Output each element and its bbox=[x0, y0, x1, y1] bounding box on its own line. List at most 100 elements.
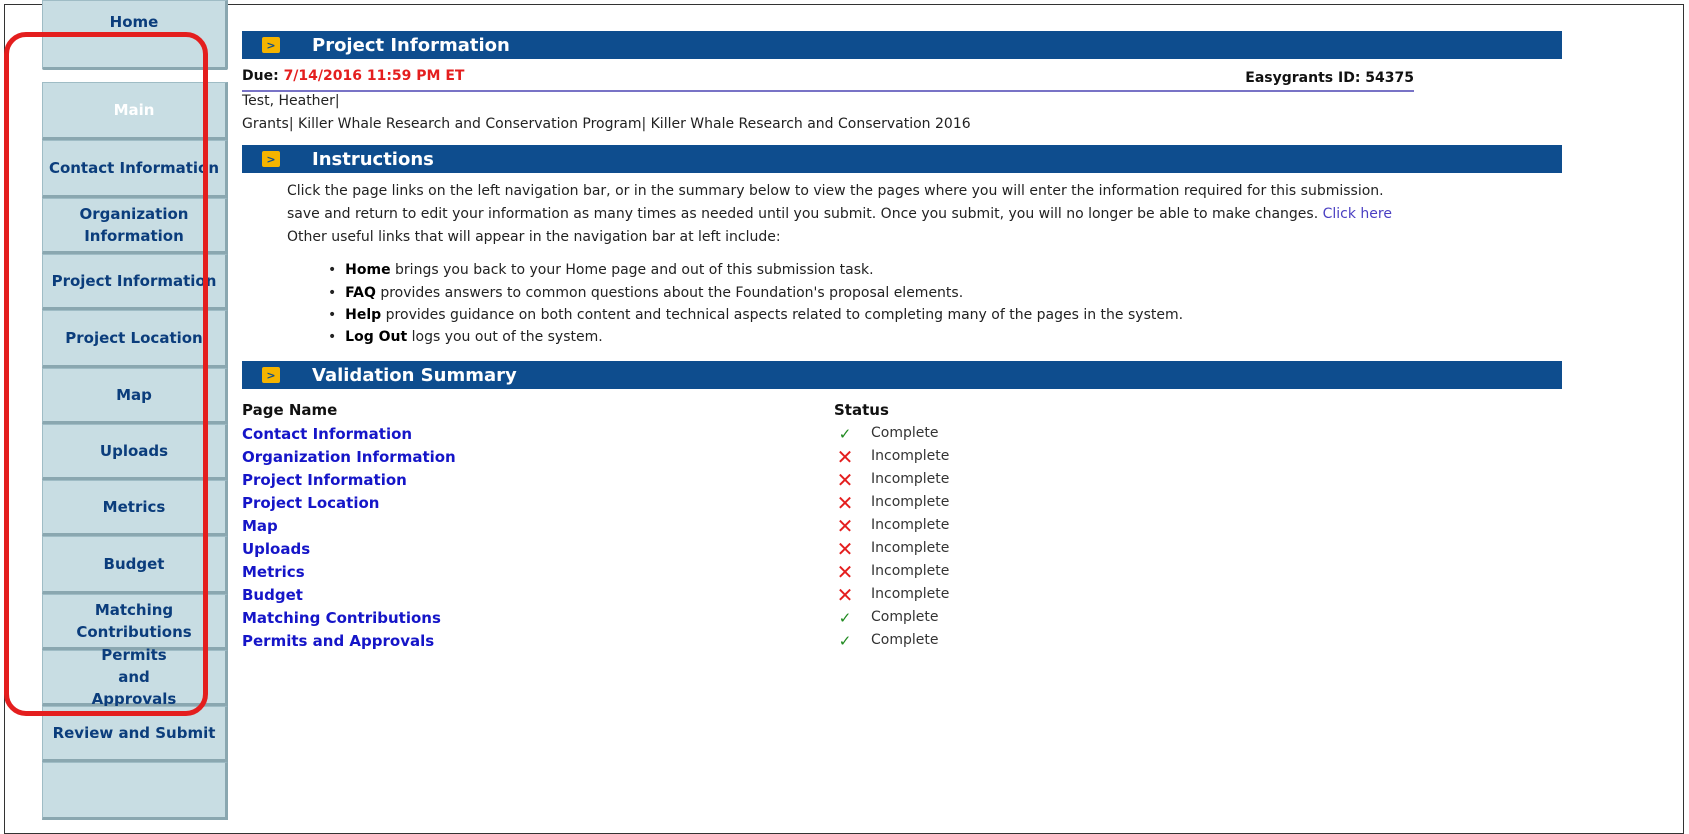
bullet-logout-term: Log Out bbox=[345, 329, 408, 345]
bullet-faq-term: FAQ bbox=[345, 285, 376, 301]
nav-matching-contributions-label: Matching Contributions bbox=[76, 601, 192, 641]
nav-contact-information-label: Contact Information bbox=[48, 159, 220, 177]
nav-budget-label: Budget bbox=[103, 555, 165, 573]
page-link-budget[interactable]: Budget bbox=[242, 586, 303, 604]
x-icon: ✕ bbox=[836, 445, 854, 469]
applicant-name: Test, Heather| bbox=[242, 93, 340, 109]
nav-project-information-label: Project Information bbox=[51, 272, 217, 290]
nav-metrics-label: Metrics bbox=[102, 498, 166, 516]
bullet-home-term: Home bbox=[345, 262, 391, 278]
page-link-organization-information[interactable]: Organization Information bbox=[242, 448, 456, 466]
nav-organization-information-label: Organization Information bbox=[79, 205, 189, 245]
due-date: 7/14/2016 11:59 PM ET bbox=[283, 68, 465, 84]
table-row: Metrics ✕ Incomplete bbox=[242, 560, 1042, 586]
project-information-header: > Project Information bbox=[242, 31, 1562, 59]
status-text: Incomplete bbox=[871, 563, 950, 579]
table-row: Uploads ✕ Incomplete bbox=[242, 537, 1042, 563]
page-link-uploads[interactable]: Uploads bbox=[242, 540, 310, 558]
nav-home[interactable]: Home bbox=[42, 0, 228, 70]
table-row: Budget ✕ Incomplete bbox=[242, 583, 1042, 609]
column-header-status: Status bbox=[834, 401, 889, 419]
nav-main[interactable]: Main bbox=[42, 82, 228, 140]
x-icon: ✕ bbox=[836, 491, 854, 515]
nav-organization-information[interactable]: Organization Information bbox=[42, 198, 228, 254]
nav-project-location-label: Project Location bbox=[65, 329, 203, 347]
due-label: Due: bbox=[242, 68, 279, 84]
due-row: Due: 7/14/2016 11:59 PM ET Easygrants ID… bbox=[242, 68, 1414, 92]
click-here-link[interactable]: Click here bbox=[1323, 206, 1392, 222]
x-icon: ✕ bbox=[836, 537, 854, 561]
nav-empty-slot bbox=[42, 762, 228, 820]
instructions-line-2: save and return to edit your information… bbox=[287, 206, 1392, 222]
x-icon: ✕ bbox=[836, 468, 854, 492]
nav-uploads[interactable]: Uploads bbox=[42, 424, 228, 480]
status-text: Incomplete bbox=[871, 540, 950, 556]
nav-review-and-submit-label: Review and Submit bbox=[52, 724, 216, 742]
bullet-logout-text: logs you out of the system. bbox=[407, 329, 603, 345]
table-row: Contact Information ✓ Complete bbox=[242, 425, 1042, 448]
nav-contact-information[interactable]: Contact Information bbox=[42, 140, 228, 198]
nav-map[interactable]: Map bbox=[42, 368, 228, 424]
x-icon: ✕ bbox=[836, 514, 854, 538]
bullet-home: • Home brings you back to your Home page… bbox=[328, 262, 874, 278]
status-text: Incomplete bbox=[871, 471, 950, 487]
column-header-page-name: Page Name bbox=[242, 401, 338, 419]
section-arrow-icon: > bbox=[262, 37, 280, 53]
nav-budget[interactable]: Budget bbox=[42, 536, 228, 594]
status-text: Complete bbox=[871, 609, 939, 625]
instructions-line-3: Other useful links that will appear in t… bbox=[287, 229, 781, 245]
instructions-header: > Instructions bbox=[242, 145, 1562, 173]
nav-metrics[interactable]: Metrics bbox=[42, 480, 228, 536]
nav-main-label: Main bbox=[113, 101, 155, 119]
section-arrow-icon: > bbox=[262, 151, 280, 167]
table-row: Project Information ✕ Incomplete bbox=[242, 468, 1042, 494]
page-link-matching-contributions[interactable]: Matching Contributions bbox=[242, 609, 441, 627]
page-link-project-location[interactable]: Project Location bbox=[242, 494, 379, 512]
table-row: Project Location ✕ Incomplete bbox=[242, 491, 1042, 517]
x-icon: ✕ bbox=[836, 583, 854, 607]
bullet-home-text: brings you back to your Home page and ou… bbox=[390, 262, 874, 278]
check-icon: ✓ bbox=[838, 425, 852, 443]
page-link-map[interactable]: Map bbox=[242, 517, 278, 535]
status-text: Incomplete bbox=[871, 517, 950, 533]
table-row: Organization Information ✕ Incomplete bbox=[242, 445, 1042, 471]
program-path: Grants| Killer Whale Research and Conser… bbox=[242, 116, 971, 132]
instructions-title: Instructions bbox=[312, 148, 434, 170]
page-link-metrics[interactable]: Metrics bbox=[242, 563, 305, 581]
bullet-help: • Help provides guidance on both content… bbox=[328, 307, 1184, 323]
page-link-permits-and-approvals[interactable]: Permits and Approvals bbox=[242, 632, 434, 650]
status-text: Incomplete bbox=[871, 448, 950, 464]
page-link-project-information[interactable]: Project Information bbox=[242, 471, 407, 489]
nav-matching-contributions[interactable]: Matching Contributions bbox=[42, 594, 228, 650]
nav-permits-and-approvals[interactable]: Permits and Approvals bbox=[42, 646, 228, 708]
bullet-help-term: Help bbox=[345, 307, 382, 323]
status-text: Incomplete bbox=[871, 494, 950, 510]
status-text: Complete bbox=[871, 425, 939, 441]
status-text: Complete bbox=[871, 632, 939, 648]
check-icon: ✓ bbox=[838, 632, 852, 650]
instructions-line-1: Click the page links on the left navigat… bbox=[287, 183, 1384, 199]
section-arrow-icon: > bbox=[262, 367, 280, 383]
bullet-faq-text: provides answers to common questions abo… bbox=[375, 285, 964, 301]
check-icon: ✓ bbox=[838, 609, 852, 627]
bullet-logout: • Log Out logs you out of the system. bbox=[328, 329, 603, 345]
easygrants-id: Easygrants ID: 54375 bbox=[1245, 70, 1414, 86]
nav-review-and-submit[interactable]: Review and Submit bbox=[42, 706, 228, 762]
x-icon: ✕ bbox=[836, 560, 854, 584]
page-link-contact-information[interactable]: Contact Information bbox=[242, 425, 412, 443]
validation-summary-header: > Validation Summary bbox=[242, 361, 1562, 389]
nav-home-label: Home bbox=[109, 13, 159, 31]
project-information-title: Project Information bbox=[312, 34, 510, 56]
nav-map-label: Map bbox=[116, 386, 152, 404]
bullet-faq: • FAQ provides answers to common questio… bbox=[328, 285, 964, 301]
nav-permits-and-approvals-label: Permits and Approvals bbox=[91, 646, 177, 708]
table-row: Permits and Approvals ✓ Complete bbox=[242, 632, 1042, 655]
nav-project-location[interactable]: Project Location bbox=[42, 310, 228, 368]
status-text: Incomplete bbox=[871, 586, 950, 602]
bullet-help-text: provides guidance on both content and te… bbox=[381, 307, 1184, 323]
instructions-line-2-text: save and return to edit your information… bbox=[287, 206, 1319, 222]
validation-summary-title: Validation Summary bbox=[312, 364, 517, 386]
table-row: Map ✕ Incomplete bbox=[242, 514, 1042, 540]
nav-project-information[interactable]: Project Information bbox=[42, 254, 228, 310]
table-row: Matching Contributions ✓ Complete bbox=[242, 609, 1042, 632]
